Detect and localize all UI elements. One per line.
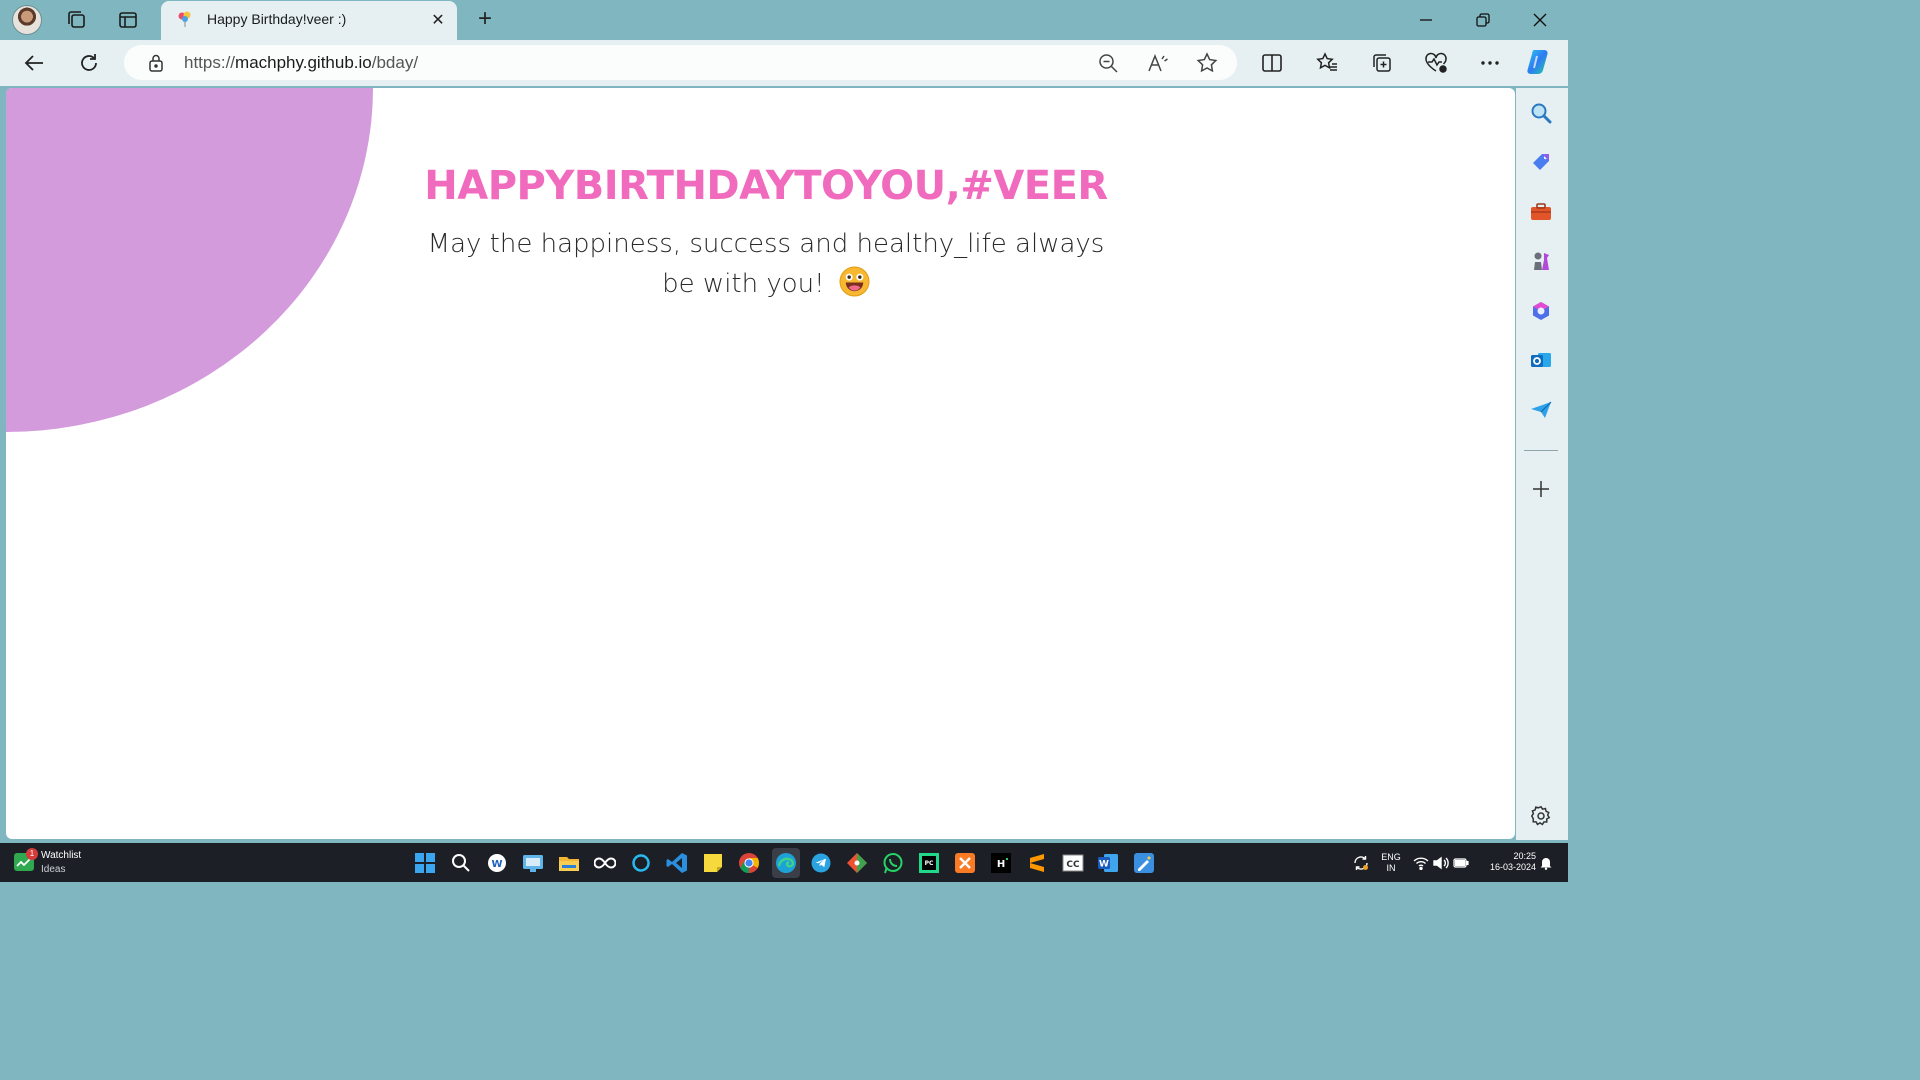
send-plane-icon[interactable]	[1526, 395, 1556, 425]
clock-time: 20:25	[1513, 851, 1536, 861]
closed-captions-icon[interactable]: CC	[1061, 851, 1085, 875]
games-chess-icon[interactable]	[1526, 246, 1556, 276]
svg-text:PC: PC	[925, 860, 934, 867]
notification-badge: 1	[26, 848, 38, 860]
decorative-circle	[6, 88, 373, 432]
hackerrank-icon[interactable]: H	[989, 851, 1013, 875]
tools-briefcase-icon[interactable]	[1526, 197, 1556, 227]
url-host: machphy.github.io	[235, 53, 372, 72]
workspaces-icon[interactable]	[60, 4, 92, 36]
plus-icon[interactable]: +	[470, 4, 500, 34]
sidebar-settings-icon[interactable]	[1526, 801, 1556, 831]
clock-date: 16-03-2024	[1489, 862, 1536, 872]
infinity-app-icon[interactable]	[593, 851, 617, 875]
telegram-icon[interactable]	[809, 851, 833, 875]
window-close-icon[interactable]	[1520, 6, 1560, 34]
git-diamond-icon[interactable]	[845, 851, 869, 875]
vscode-icon[interactable]	[665, 851, 689, 875]
paint-app-icon[interactable]	[1132, 851, 1156, 875]
volume-icon[interactable]	[1432, 851, 1450, 875]
sticky-notes-icon[interactable]	[701, 851, 725, 875]
back-arrow-icon[interactable]	[18, 47, 50, 79]
whatsapp-icon[interactable]	[881, 851, 905, 875]
taskbar-search-icon[interactable]	[449, 851, 473, 875]
pycharm-icon[interactable]: PC	[917, 851, 941, 875]
copilot-icon[interactable]	[1524, 46, 1556, 78]
url-text[interactable]: https://machphy.github.io/bday/	[184, 53, 418, 73]
xampp-icon[interactable]	[953, 851, 977, 875]
svg-text:W: W	[1099, 860, 1109, 870]
grinning-face-icon	[839, 266, 870, 297]
edge-taskbar-icon[interactable]	[772, 848, 800, 878]
birthday-headline: HAPPYBIRTHDAYTOYOU,#VEER	[424, 163, 1108, 209]
chrome-icon[interactable]	[737, 851, 761, 875]
battery-icon[interactable]	[1452, 851, 1470, 875]
minimize-icon[interactable]	[1406, 6, 1446, 34]
outlook-icon[interactable]	[1526, 345, 1556, 375]
notification-bell-icon[interactable]	[1539, 851, 1553, 875]
svg-text:H: H	[997, 859, 1005, 870]
favorites-icon[interactable]	[1311, 47, 1343, 79]
message-line-1: May the happiness, success and healthy_l…	[427, 229, 1105, 259]
url-path: /bday/	[371, 53, 419, 72]
split-screen-icon[interactable]	[1256, 47, 1288, 79]
tab-title: Happy Birthday!veer :)	[207, 11, 347, 27]
collections-icon[interactable]	[1366, 47, 1398, 79]
sync-icon[interactable]	[1349, 851, 1373, 875]
windows-start-icon[interactable]	[413, 851, 437, 875]
restore-icon[interactable]	[1463, 6, 1503, 34]
message-line-2: be with you!	[662, 269, 825, 299]
read-aloud-icon[interactable]	[1142, 47, 1174, 79]
url-scheme: https://	[184, 53, 236, 72]
balloon-favicon-icon	[177, 11, 193, 27]
microsoft-365-icon[interactable]	[1526, 296, 1556, 326]
app-w-icon[interactable]: W	[485, 851, 509, 875]
file-explorer-icon[interactable]	[557, 851, 581, 875]
region-code: IN	[1386, 863, 1396, 873]
wifi-icon[interactable]	[1412, 851, 1430, 875]
remote-desktop-icon[interactable]	[521, 851, 545, 875]
web-page: HAPPYBIRTHDAYTOYOU,#VEER May the happine…	[6, 88, 1515, 839]
refresh-icon[interactable]	[73, 47, 105, 79]
shopping-tag-icon[interactable]	[1526, 147, 1556, 177]
more-options-icon[interactable]	[1474, 47, 1506, 79]
vertical-tabs-icon[interactable]	[112, 4, 144, 36]
lock-icon[interactable]	[140, 47, 172, 79]
profile-avatar[interactable]	[12, 5, 42, 35]
zoom-out-icon[interactable]	[1092, 47, 1124, 79]
widget-subtitle: Ideas	[41, 864, 66, 875]
clock[interactable]: 20:25 16-03-2024	[1476, 851, 1536, 873]
sublime-text-icon[interactable]	[1025, 851, 1049, 875]
sidebar-divider	[1524, 450, 1558, 451]
close-icon[interactable]: ✕	[426, 8, 450, 32]
svg-text:W: W	[491, 859, 502, 870]
browser-essentials-icon[interactable]	[1420, 47, 1452, 79]
add-sidebar-app-icon[interactable]	[1526, 474, 1556, 504]
svg-text:CC: CC	[1066, 860, 1080, 870]
cortana-ring-icon[interactable]	[629, 851, 653, 875]
search-icon[interactable]	[1526, 98, 1556, 128]
widget-title[interactable]: Watchlist	[41, 850, 81, 861]
language-code: ENG	[1381, 852, 1401, 862]
word-icon[interactable]: W	[1096, 851, 1120, 875]
favorite-star-icon[interactable]	[1191, 47, 1223, 79]
language-indicator[interactable]: ENG IN	[1378, 852, 1404, 874]
birthday-message: May the happiness, success and healthy_l…	[386, 224, 1146, 304]
